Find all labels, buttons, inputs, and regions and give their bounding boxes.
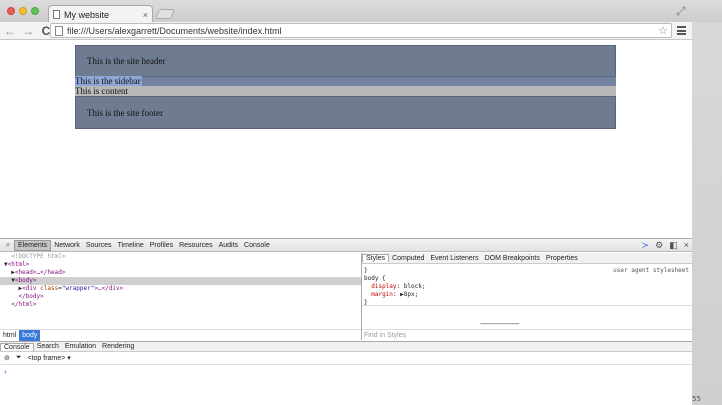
devtools-tab-network[interactable]: Network [51, 241, 83, 250]
breadcrumb-html[interactable]: html [0, 330, 19, 341]
console-prompt[interactable]: › [0, 367, 692, 376]
site-wrapper: This is the site header This is the side… [75, 45, 616, 130]
site-content: This is content [75, 86, 616, 96]
address-bar[interactable]: file:///Users/alexgarrett/Documents/webs… [50, 23, 672, 38]
browser-toolbar: ← → C file:///Users/alexgarrett/Document… [0, 22, 692, 40]
style-prop-display[interactable]: display: block; [364, 283, 690, 291]
zoom-window-button[interactable] [31, 7, 39, 15]
page-icon [55, 25, 63, 36]
clear-console-icon[interactable]: ⊘ [4, 354, 10, 362]
close-tab-icon[interactable]: × [143, 10, 148, 20]
minimize-window-button[interactable] [19, 7, 27, 15]
devtools-tab-profiles[interactable]: Profiles [147, 241, 176, 250]
drawer-tab-console[interactable]: Console [0, 342, 34, 351]
address-url[interactable]: file:///Users/alexgarrett/Documents/webs… [67, 26, 282, 36]
dom-line-body-close[interactable]: </body> [0, 293, 361, 301]
devtools-panel: ⌕ Elements Network Sources Timeline Prof… [0, 238, 692, 405]
site-header-text: This is the site header [87, 56, 166, 66]
drawer-tab-rendering[interactable]: Rendering [99, 343, 137, 350]
tab-styles[interactable]: Styles [362, 254, 390, 262]
style-source[interactable]: user agent stylesheet [613, 267, 689, 275]
tab-properties[interactable]: Properties [543, 255, 581, 262]
browser-tab[interactable]: My website × [48, 5, 153, 23]
devtools-tab-console[interactable]: Console [241, 241, 273, 250]
tab-computed[interactable]: Computed [389, 255, 427, 262]
devtools-tabbar: ⌕ Elements Network Sources Timeline Prof… [0, 239, 692, 252]
site-sidebar-text: This is the sidebar [75, 76, 142, 86]
style-brace-close: } [364, 299, 368, 306]
style-selector[interactable]: body { [364, 275, 690, 283]
style-prop-margin[interactable]: margin: ▶8px; [364, 291, 690, 299]
browser-window: This is the site header This is the side… [0, 0, 692, 405]
console-drawer: Console Search Emulation Rendering ⊘ ⏷ <… [0, 341, 692, 405]
find-in-styles-input[interactable]: Find in Styles [362, 329, 692, 340]
console-controls: ⊘ ⏷ <top frame> ▾ [0, 352, 692, 365]
site-footer: This is the site footer [75, 96, 616, 129]
site-footer-text: This is the site footer [87, 107, 163, 118]
settings-gear-icon[interactable]: ⚙ [655, 240, 663, 251]
new-tab-button[interactable] [155, 9, 175, 19]
drawer-tab-search[interactable]: Search [34, 343, 62, 350]
console-drawer-icon[interactable]: ≻ [642, 240, 650, 251]
dropdown-arrow-icon: ▾ [67, 355, 71, 362]
devtools-tab-resources[interactable]: Resources [176, 241, 215, 250]
page-viewport: This is the site header This is the side… [0, 41, 692, 238]
devtools-tab-sources[interactable]: Sources [83, 241, 115, 250]
dom-line-html[interactable]: ▼<html> [0, 261, 361, 269]
devtools-tab-audits[interactable]: Audits [216, 241, 241, 250]
tab-strip: My website × ⤢ [0, 0, 722, 23]
styles-tabbar: Styles Computed Event Listeners DOM Brea… [362, 253, 692, 264]
breadcrumb: html body [0, 329, 361, 341]
close-devtools-icon[interactable]: × [684, 240, 689, 251]
style-separator: ----------------------------- [480, 321, 520, 328]
devtools-tab-elements[interactable]: Elements [14, 239, 52, 251]
elements-tree: <!DOCTYPE html> ▼<html> ▶<head>…</head> … [0, 253, 361, 329]
drawer-tab-emulation[interactable]: Emulation [62, 343, 99, 350]
close-window-button[interactable] [7, 7, 15, 15]
devtools-controls: ≻ ⚙ ◧ × [642, 240, 689, 251]
site-sidebar: This is the sidebar [75, 76, 616, 86]
tab-title: My website [64, 9, 110, 20]
tab-dom-breakpoints[interactable]: DOM Breakpoints [482, 255, 543, 262]
devtools-tab-timeline[interactable]: Timeline [115, 241, 147, 250]
site-content-text: This is content [75, 86, 128, 96]
back-arrow-icon[interactable]: ← [2, 24, 18, 38]
dom-line-head[interactable]: ▶<head>…</head> [0, 269, 361, 277]
forward-arrow-icon[interactable]: → [20, 24, 36, 38]
bookmark-star-icon[interactable]: ☆ [658, 24, 668, 37]
dom-line-doctype[interactable]: <!DOCTYPE html> [0, 253, 361, 261]
dom-line-html-close[interactable]: </html> [0, 301, 361, 309]
page-icon [53, 10, 60, 19]
dom-line-div[interactable]: ▶<div class="wrapper">…</div> [0, 285, 361, 293]
drawer-tabbar: Console Search Emulation Rendering [0, 342, 692, 352]
desktop-background [692, 0, 722, 405]
inspect-search-icon[interactable]: ⌕ [2, 240, 14, 250]
breadcrumb-body[interactable]: body [19, 329, 41, 341]
fullscreen-icon[interactable]: ⤢ [676, 4, 686, 19]
frame-select[interactable]: <top frame> ▾ [27, 354, 70, 362]
styles-pane: Styles Computed Event Listeners DOM Brea… [361, 253, 692, 340]
corner-label: 55 [692, 395, 701, 403]
tab-event-listeners[interactable]: Event Listeners [427, 255, 481, 262]
dom-line-body[interactable]: ▼<body> [0, 277, 361, 285]
filter-icon[interactable]: ⏷ [16, 354, 22, 362]
menu-icon[interactable] [677, 26, 686, 35]
site-header: This is the site header [75, 45, 616, 77]
style-rule: } body { user agent stylesheet display: … [362, 264, 692, 306]
dock-icon[interactable]: ◧ [669, 240, 678, 251]
